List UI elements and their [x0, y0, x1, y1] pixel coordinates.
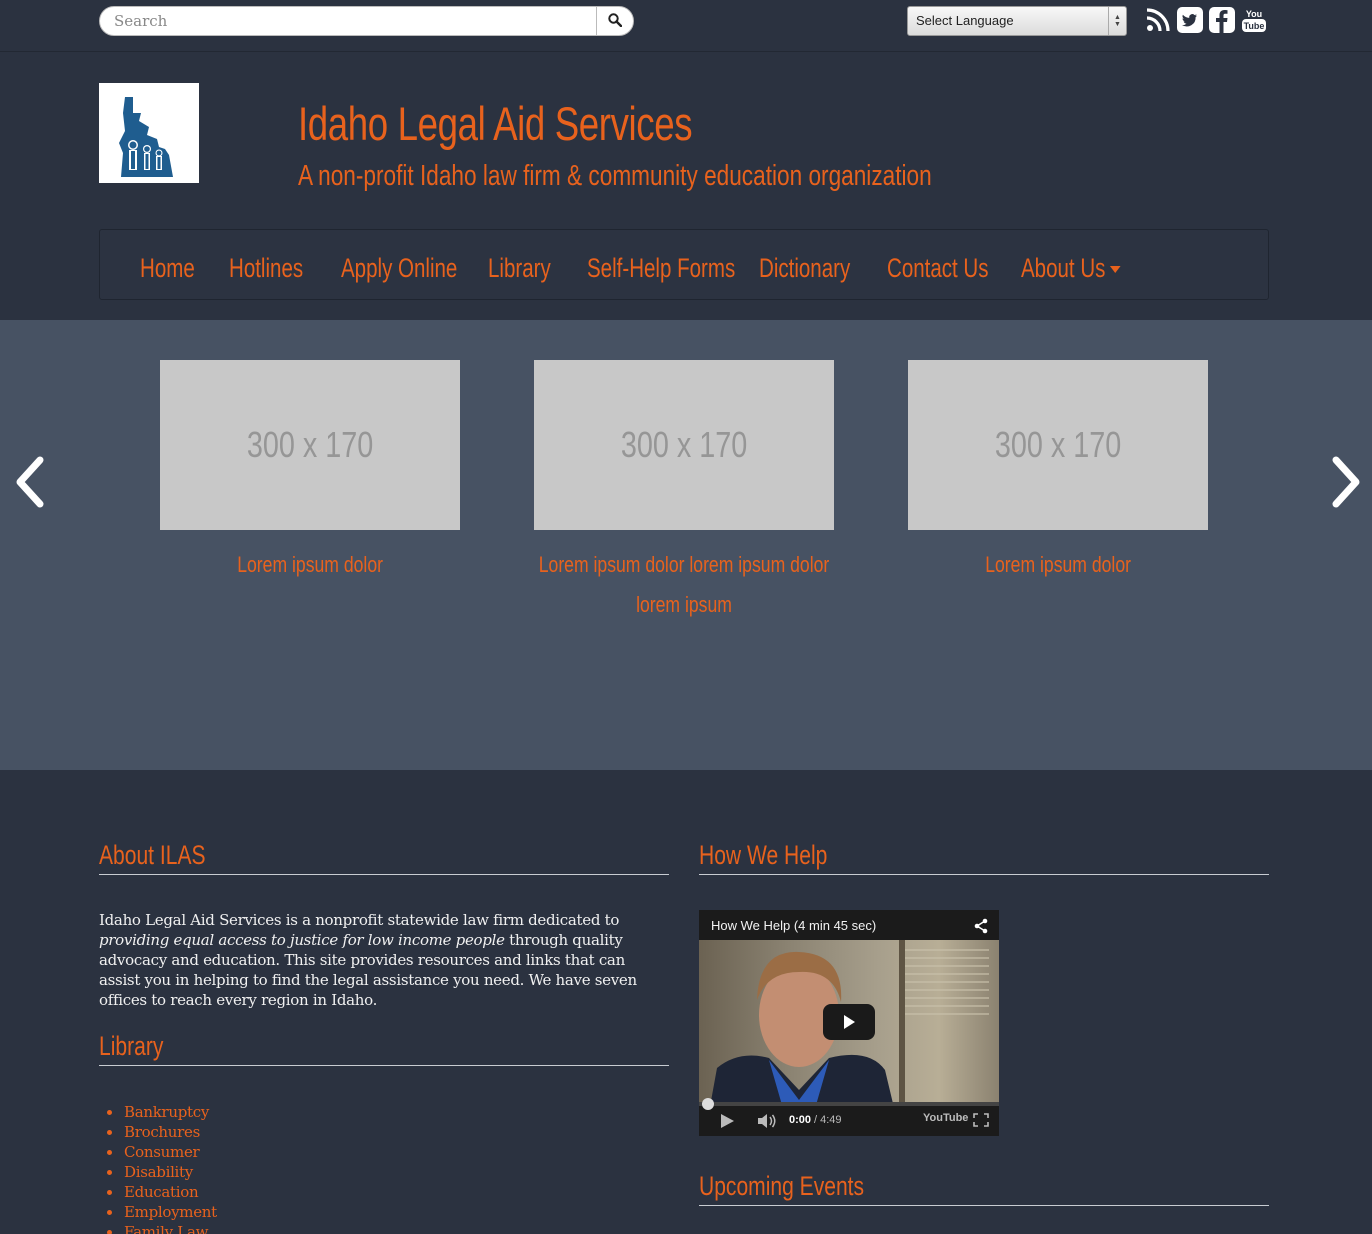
site-tagline: A non-profit Idaho law firm & community … — [298, 160, 932, 192]
library-divider — [99, 1065, 669, 1066]
slide-image[interactable]: 300 x 170 — [908, 360, 1208, 530]
library-link[interactable]: Consumer — [107, 1142, 217, 1162]
rss-icon[interactable] — [1145, 7, 1171, 33]
library-link[interactable]: Employment — [107, 1202, 217, 1222]
search-form — [99, 6, 634, 36]
slide-image-label: 300 x 170 — [246, 424, 374, 465]
video-play-button[interactable] — [823, 1004, 875, 1040]
site-title[interactable]: Idaho Legal Aid Services — [298, 96, 693, 151]
nav-item-dictionary[interactable]: Dictionary — [759, 253, 850, 283]
carousel-next-button[interactable] — [1326, 454, 1366, 510]
featured-carousel: 300 x 170 Lorem ipsum dolor 300 x 170 Lo… — [0, 320, 1372, 770]
chevron-left-icon — [16, 456, 44, 508]
chevron-right-icon — [1332, 456, 1360, 508]
about-text-emphasis: providing equal access to justice for lo… — [99, 931, 505, 949]
video-progress-handle[interactable] — [702, 1098, 714, 1110]
top-bar: Select Language ▲▼ You Tube — [0, 0, 1372, 52]
slide-caption-text: Lorem ipsum dolor lorem ipsum dolor lore… — [538, 552, 830, 617]
search-input[interactable] — [99, 6, 597, 36]
nav-item-home[interactable]: Home — [140, 253, 195, 283]
slide-caption[interactable]: Lorem ipsum dolor — [123, 545, 497, 585]
language-select[interactable]: Select Language ▲ ▼ — [907, 6, 1127, 36]
nav-item-library[interactable]: Library — [488, 253, 551, 283]
search-button[interactable] — [596, 6, 634, 36]
carousel-prev-button[interactable] — [10, 454, 50, 510]
twitter-icon[interactable] — [1177, 7, 1203, 33]
slide-image[interactable]: 300 x 170 — [534, 360, 834, 530]
slide-caption[interactable]: Lorem ipsum dolor lorem ipsum dolor lore… — [497, 545, 871, 625]
slide-caption-text: Lorem ipsum dolor — [237, 552, 383, 577]
play-icon — [844, 1015, 855, 1029]
video-controls: 0:00 / 4:49 YouTube — [699, 1098, 999, 1136]
upcoming-events-heading: Upcoming Events — [699, 1171, 865, 1201]
video-play-control[interactable] — [719, 1114, 735, 1131]
slide-caption[interactable]: Lorem ipsum dolor — [871, 545, 1245, 585]
youtube-icon[interactable]: You Tube — [1241, 7, 1267, 33]
library-link[interactable]: Disability — [107, 1162, 217, 1182]
video-player[interactable]: How We Help (4 min 45 sec) 0:00 / 4:49 Y… — [699, 910, 999, 1136]
video-title[interactable]: How We Help (4 min 45 sec) — [711, 918, 876, 933]
library-link[interactable]: Family Law — [107, 1222, 217, 1234]
slide-caption-text: Lorem ipsum dolor — [985, 552, 1131, 577]
play-icon — [721, 1114, 734, 1128]
library-heading: Library — [99, 1031, 164, 1061]
language-select-value: Select Language — [916, 13, 1014, 28]
slide-image-label: 300 x 170 — [994, 424, 1122, 465]
upcoming-events-divider — [699, 1205, 1269, 1206]
video-time-total: / 4:49 — [814, 1114, 842, 1126]
nav-item-about-us[interactable]: About Us — [1021, 253, 1121, 283]
select-arrows-icon: ▲ ▼ — [1108, 7, 1126, 35]
slide-image[interactable]: 300 x 170 — [160, 360, 460, 530]
svg-text:Tube: Tube — [1244, 21, 1265, 31]
nav-item-self-help-forms[interactable]: Self-Help Forms — [587, 253, 735, 283]
fullscreen-icon[interactable] — [973, 1113, 989, 1130]
library-list: Bankruptcy Brochures Consumer Disability… — [107, 1102, 217, 1234]
nav-item-about-us-label: About Us — [1021, 253, 1106, 283]
about-text-part: Idaho Legal Aid Services is a nonprofit … — [99, 911, 620, 929]
volume-icon[interactable] — [757, 1114, 777, 1131]
youtube-logo[interactable]: YouTube — [923, 1112, 968, 1124]
nav-item-contact-us[interactable]: Contact Us — [887, 253, 989, 283]
search-icon — [608, 12, 623, 31]
how-we-help-divider — [699, 874, 1269, 875]
caret-down-icon — [1109, 266, 1121, 274]
svg-text:You: You — [1246, 9, 1262, 19]
nav-item-hotlines[interactable]: Hotlines — [229, 253, 303, 283]
about-text: Idaho Legal Aid Services is a nonprofit … — [99, 910, 669, 1010]
slide-image-label: 300 x 170 — [620, 424, 748, 465]
how-we-help-heading: How We Help — [699, 840, 828, 870]
about-divider — [99, 874, 669, 875]
share-icon[interactable] — [973, 918, 989, 938]
video-progress-bar[interactable] — [699, 1102, 999, 1106]
about-heading: About ILAS — [99, 840, 206, 870]
library-link[interactable]: Bankruptcy — [107, 1102, 217, 1122]
library-link[interactable]: Education — [107, 1182, 217, 1202]
video-time-current: 0:00 — [789, 1114, 812, 1126]
facebook-icon[interactable] — [1209, 7, 1235, 33]
nav-item-apply-online[interactable]: Apply Online — [341, 253, 457, 283]
library-link[interactable]: Brochures — [107, 1122, 217, 1142]
site-logo[interactable] — [99, 83, 199, 183]
main-nav: Home Hotlines Apply Online Library Self-… — [99, 229, 1269, 300]
